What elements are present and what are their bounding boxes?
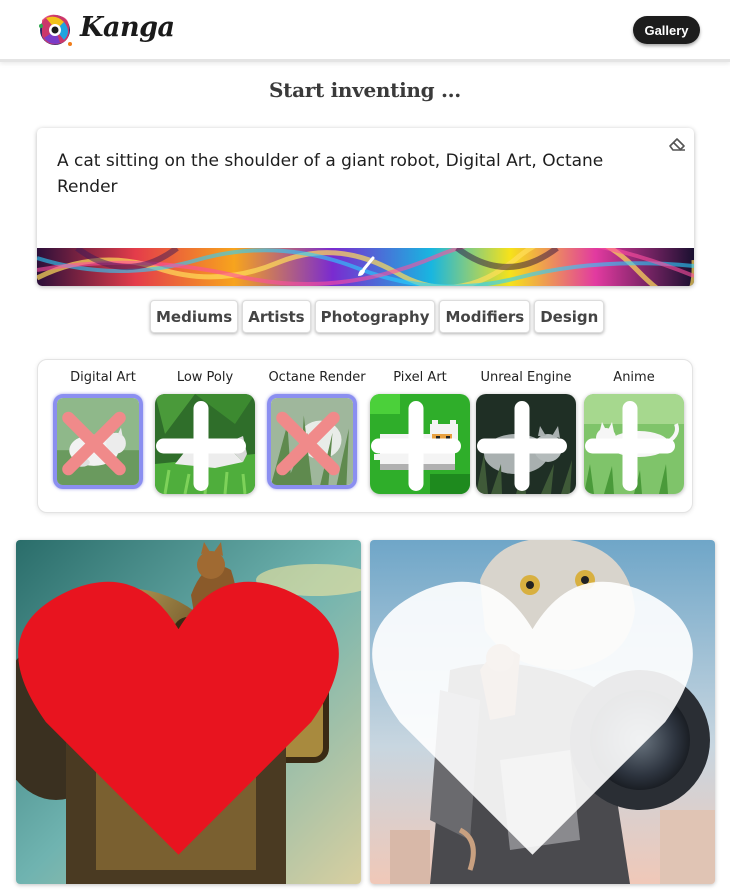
category-artists[interactable]: Artists bbox=[242, 300, 311, 333]
add-plus-icon[interactable] bbox=[155, 396, 251, 494]
prompt-input[interactable]: A cat sitting on the shoulder of a giant… bbox=[57, 148, 637, 200]
result-image-2[interactable] bbox=[370, 540, 715, 884]
style-thumb-anime[interactable] bbox=[584, 394, 684, 494]
result-image-1[interactable] bbox=[16, 540, 361, 884]
favorite-heart-icon[interactable] bbox=[16, 550, 351, 884]
add-plus-icon[interactable] bbox=[476, 396, 572, 494]
style-item-low-poly[interactable]: Low Poly bbox=[153, 360, 257, 514]
brand-name: Kanga bbox=[80, 12, 175, 43]
remove-x-icon[interactable] bbox=[267, 400, 349, 487]
gallery-button[interactable]: Gallery bbox=[633, 16, 700, 44]
style-item-octane-render[interactable]: Octane Render bbox=[265, 360, 369, 514]
paintbrush-icon[interactable] bbox=[355, 256, 375, 278]
style-thumb-unreal-engine[interactable] bbox=[476, 394, 576, 494]
add-plus-icon[interactable] bbox=[370, 396, 466, 494]
style-item-pixel-art[interactable]: Pixel Art bbox=[368, 360, 472, 514]
favorite-heart-icon[interactable] bbox=[370, 550, 705, 884]
style-thumb-digital-art[interactable] bbox=[53, 394, 143, 489]
eraser-icon[interactable] bbox=[668, 136, 686, 152]
category-photography[interactable]: Photography bbox=[314, 300, 436, 333]
category-modifiers[interactable]: Modifiers bbox=[439, 300, 531, 333]
remove-x-icon[interactable] bbox=[53, 400, 135, 487]
style-thumb-pixel-art[interactable] bbox=[370, 394, 470, 494]
paint-splash-logo-icon[interactable] bbox=[36, 10, 74, 50]
style-item-digital-art[interactable]: Digital Art bbox=[51, 360, 155, 514]
category-mediums[interactable]: Mediums bbox=[150, 300, 239, 333]
style-label: Low Poly bbox=[176, 370, 234, 385]
add-plus-icon[interactable] bbox=[584, 396, 680, 494]
style-label: Anime bbox=[613, 370, 655, 385]
prompt-card: A cat sitting on the shoulder of a giant… bbox=[37, 128, 694, 286]
style-item-anime[interactable]: Anime bbox=[582, 360, 686, 514]
style-label: Unreal Engine bbox=[480, 370, 572, 385]
style-thumb-low-poly[interactable] bbox=[155, 394, 255, 494]
style-item-unreal-engine[interactable]: Unreal Engine bbox=[474, 360, 578, 514]
style-thumb-octane-render[interactable] bbox=[267, 394, 357, 489]
page-title: Start inventing ... bbox=[269, 78, 461, 102]
category-tabs: Mediums Artists Photography Modifiers De… bbox=[150, 300, 605, 333]
app-header: Kanga Gallery bbox=[0, 0, 730, 62]
category-design[interactable]: Design bbox=[534, 300, 605, 333]
style-panel: Digital Art Low Poly Octane Render Pixel… bbox=[37, 359, 693, 513]
